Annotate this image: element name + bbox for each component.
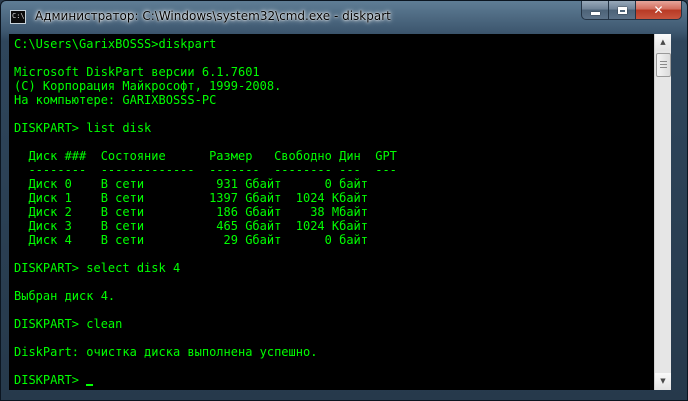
console-line: DISKPART> list disk bbox=[14, 121, 152, 135]
console-line: DISKPART> bbox=[14, 373, 87, 387]
close-icon: ✕ bbox=[653, 3, 664, 17]
console-line: DISKPART> clean bbox=[14, 317, 123, 331]
console-line: Диск 1 В сети 1397 Gбайт 1024 Кбайт bbox=[14, 191, 369, 205]
console-line: C:\Users\GarixBOSSS>diskpart bbox=[14, 37, 217, 51]
arrow-down-icon: ▼ bbox=[660, 377, 666, 385]
console-line: DiskPart: очистка диска выполнена успешн… bbox=[14, 345, 318, 359]
console-line: На компьютере: GARIXBOSSS-PC bbox=[14, 93, 217, 107]
console-line: Выбран диск 4. bbox=[14, 289, 116, 303]
cmd-window: C:\ Администратор: C:\Windows\system32\c… bbox=[0, 0, 688, 401]
console-line: Microsoft DiskPart версии 6.1.7601 bbox=[14, 65, 260, 79]
console-line: Диск 2 В сети 186 Gбайт 38 Мбайт bbox=[14, 205, 369, 219]
minimize-icon bbox=[590, 12, 600, 15]
console-line: DISKPART> select disk 4 bbox=[14, 261, 181, 275]
console-line: -------- ------------- ------- -------- … bbox=[14, 163, 397, 177]
grip-line bbox=[660, 64, 667, 65]
console-line: (C) Корпорация Майкрософт, 1999-2008. bbox=[14, 79, 282, 93]
scroll-thumb[interactable] bbox=[656, 53, 671, 77]
arrow-up-icon: ▲ bbox=[660, 38, 666, 46]
console-area[interactable]: C:\Users\GarixBOSSS>diskpart Microsoft D… bbox=[9, 34, 654, 390]
grip-line bbox=[660, 67, 667, 68]
grip-line bbox=[660, 61, 667, 62]
maximize-button[interactable] bbox=[608, 1, 635, 20]
maximize-icon bbox=[617, 6, 627, 14]
vertical-scrollbar[interactable]: ▲ ▼ bbox=[654, 34, 671, 390]
title-bar[interactable]: C:\ Администратор: C:\Windows\system32\c… bbox=[1, 1, 687, 34]
console-line: Диск 0 В сети 931 Gбайт 0 байт bbox=[14, 177, 369, 191]
window-bottom-border bbox=[1, 390, 687, 400]
scroll-down-button[interactable]: ▼ bbox=[655, 373, 671, 390]
text-cursor bbox=[86, 384, 94, 386]
scroll-up-button[interactable]: ▲ bbox=[655, 34, 671, 51]
close-button[interactable]: ✕ bbox=[635, 1, 682, 20]
console-line: Диск ### Состояние Размер Свободно Дин G… bbox=[14, 149, 397, 163]
cmd-app-icon[interactable]: C:\ bbox=[10, 10, 26, 24]
console-line: Диск 3 В сети 465 Gбайт 1024 Кбайт bbox=[14, 219, 369, 233]
console-output[interactable]: C:\Users\GarixBOSSS>diskpart Microsoft D… bbox=[9, 34, 654, 387]
minimize-button[interactable] bbox=[581, 1, 608, 20]
window-title: Администратор: C:\Windows\system32\cmd.e… bbox=[35, 9, 391, 23]
console-line: Диск 4 В сети 29 Gбайт 0 байт bbox=[14, 233, 369, 247]
caption-buttons: ✕ bbox=[581, 1, 682, 20]
